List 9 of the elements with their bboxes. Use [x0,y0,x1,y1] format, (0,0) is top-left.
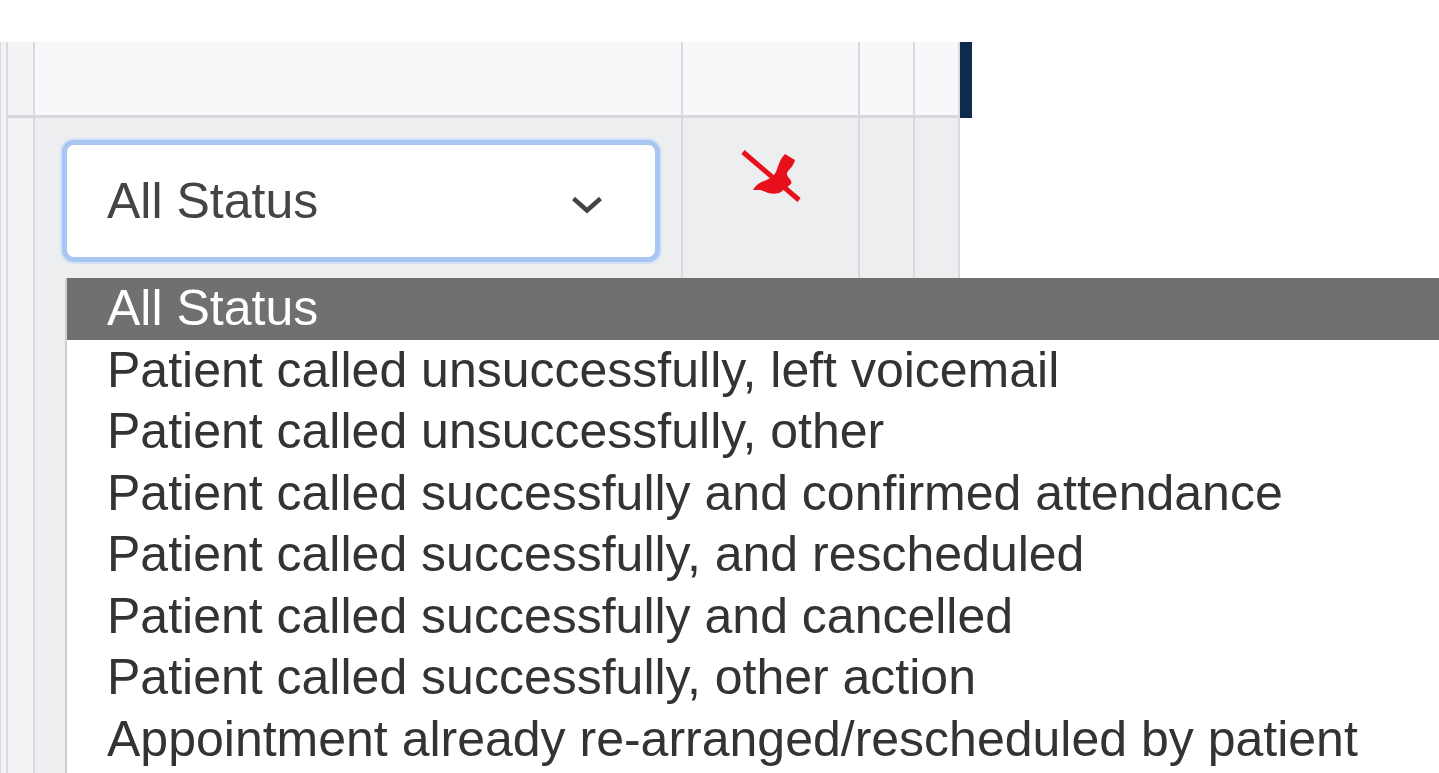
dropdown-option[interactable]: Patient called successfully and confirmed attendance [67,462,1283,524]
dropdown-option[interactable]: Patient called successfully, and rescheduled [67,524,1085,586]
dropdown-option[interactable]: Appointment already re-arranged/rescheduled by patient [67,708,1358,770]
dropdown-option[interactable]: Patient called unsuccessfully, other [67,401,885,463]
status-select[interactable]: All Status [62,140,660,262]
dropdown-option[interactable]: Patient called successfully and cancelled [67,585,1014,647]
dropdown-option[interactable]: All Status [67,278,1439,340]
dropdown-option[interactable]: Patient called unsuccessfully, left voicemail [67,339,1060,401]
dropdown-option[interactable]: Patient called successfully, other action [67,647,976,709]
